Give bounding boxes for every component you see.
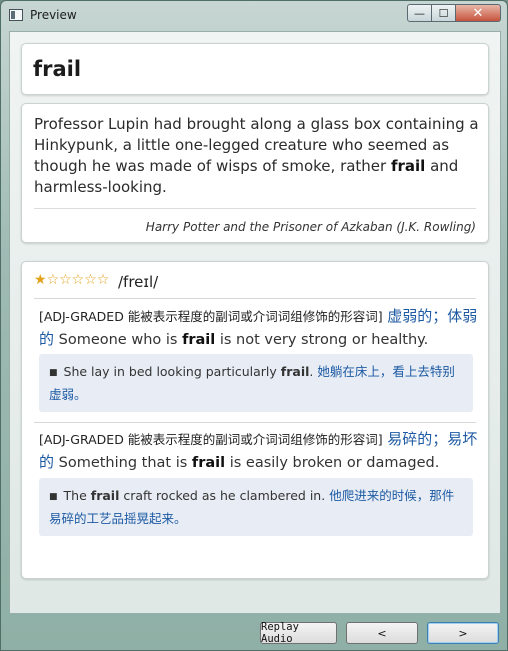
previous-button[interactable]: < bbox=[346, 622, 418, 644]
next-button[interactable]: > bbox=[427, 622, 499, 644]
sense-1-definition: [ADJ-GRADED 能被表示程度的副词或介词词组修饰的形容词] 虚弱的；体弱… bbox=[39, 305, 479, 351]
sense-1-example: ■ She lay in bed looking particularly fra… bbox=[39, 354, 473, 412]
word-card: frail bbox=[21, 43, 489, 95]
frequency-rating: ★☆☆☆☆☆ bbox=[34, 272, 109, 288]
sense-2-def-after: is easily broken or damaged. bbox=[225, 455, 440, 471]
star-empty-icons: ☆☆☆☆☆ bbox=[46, 272, 110, 288]
sense-2-def-bold: frail bbox=[191, 455, 226, 471]
context-card: Professor Lupin had brought along a glas… bbox=[21, 103, 489, 243]
bottom-toolbar: Replay Audio < > bbox=[1, 615, 507, 650]
sense-2-definition: [ADJ-GRADED 能被表示程度的副词或介词词组修饰的形容词] 易碎的；易坏… bbox=[39, 428, 479, 474]
sense-2-grammar: [ADJ-GRADED 能被表示程度的副词或介词词组修饰的形容词] bbox=[39, 432, 383, 447]
sense-1-def-bold: frail bbox=[182, 332, 216, 348]
caption-buttons: — ☐ ✕ bbox=[407, 4, 501, 22]
minimize-button[interactable]: — bbox=[407, 4, 432, 22]
title-bar[interactable]: Preview — ☐ ✕ bbox=[1, 1, 507, 29]
bullet-icon: ■ bbox=[49, 492, 58, 502]
example-2-before: The bbox=[63, 488, 91, 503]
star-filled-icon: ★ bbox=[34, 272, 47, 288]
replay-audio-button[interactable]: Replay Audio bbox=[260, 621, 337, 645]
preview-window: Preview — ☐ ✕ frail Professor Lupin had … bbox=[0, 0, 508, 651]
example-1-bold: frail bbox=[280, 364, 310, 379]
sense-1-def-before: Someone who is bbox=[54, 332, 183, 348]
sense-1-grammar: [ADJ-GRADED 能被表示程度的副词或介词词组修饰的形容词] bbox=[39, 309, 383, 324]
example-2-bold: frail bbox=[90, 488, 120, 503]
maximize-button[interactable]: ☐ bbox=[432, 4, 456, 22]
maximize-icon: ☐ bbox=[438, 6, 449, 20]
definition-card: ★☆☆☆☆☆ /freɪl/ [ADJ-GRADED 能被表示程度的副词或介词词… bbox=[21, 261, 489, 579]
window-title: Preview bbox=[30, 8, 77, 22]
preview-content: frail Professor Lupin had brought along … bbox=[9, 31, 501, 614]
minimize-icon: — bbox=[414, 6, 425, 20]
sense-1-def-after: is not very strong or healthy. bbox=[215, 332, 429, 348]
close-button[interactable]: ✕ bbox=[456, 4, 501, 22]
sense-2-def-before: Something that is bbox=[54, 455, 192, 471]
close-icon: ✕ bbox=[472, 5, 484, 21]
sense-2-example: ■ The frail craft rocked as he clambered … bbox=[39, 478, 473, 536]
example-2-after: craft rocked as he clambered in. bbox=[119, 488, 330, 503]
sense-divider bbox=[34, 422, 476, 423]
chevron-right-icon: > bbox=[458, 626, 468, 640]
bullet-icon: ■ bbox=[49, 368, 58, 378]
chevron-left-icon: < bbox=[377, 626, 387, 640]
context-source: Harry Potter and the Prisoner of Azkaban… bbox=[145, 220, 476, 234]
example-1-before: She lay in bed looking particularly bbox=[63, 364, 281, 379]
headword: frail bbox=[33, 57, 82, 81]
context-divider bbox=[34, 208, 476, 209]
definition-divider bbox=[34, 298, 476, 299]
context-highlight: frail bbox=[390, 157, 426, 175]
app-window-icon bbox=[9, 9, 23, 21]
phonetic: /freɪl/ bbox=[118, 273, 159, 291]
context-sentence: Professor Lupin had brought along a glas… bbox=[34, 114, 482, 198]
